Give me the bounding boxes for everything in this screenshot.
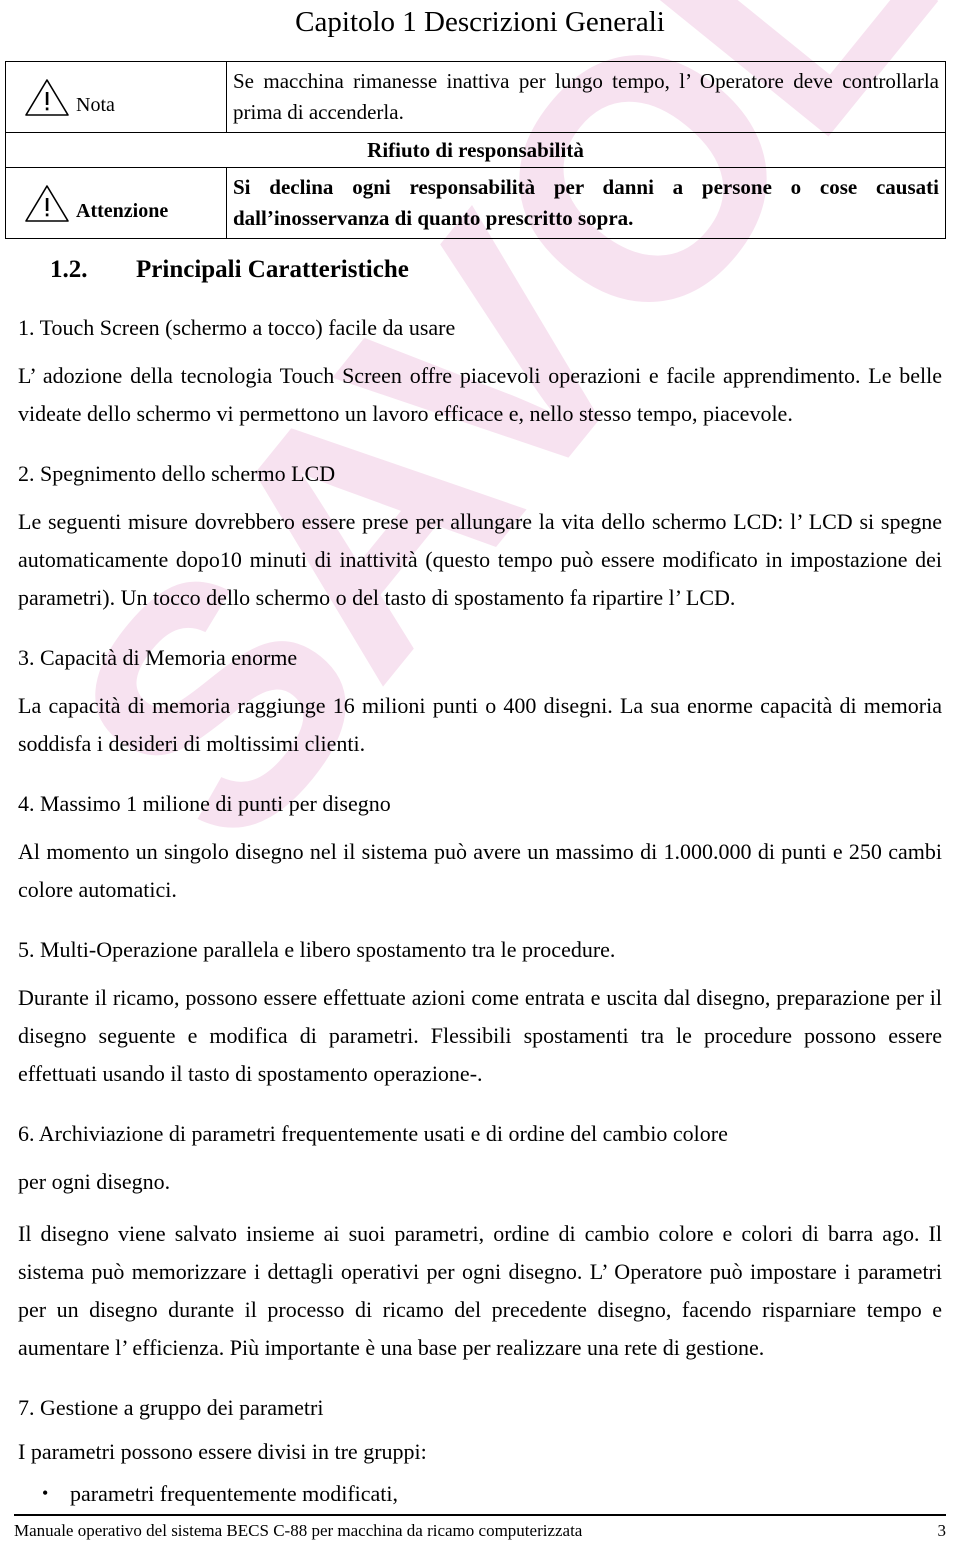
notice-icon-cell-nota: Nota <box>5 61 227 133</box>
footer-page-number: 3 <box>937 1521 947 1540</box>
section-number: 1.2. <box>50 256 88 283</box>
list-item: • parametri frequentemente modificati, <box>42 1477 946 1511</box>
feature-paragraph-6a: per ogni disegno. <box>18 1169 171 1194</box>
warning-triangle-icon <box>24 77 70 117</box>
notice-table: Nota Se macchina rimanesse inattiva per … <box>5 61 946 239</box>
table-row: Rifiuto di responsabilità <box>5 132 946 168</box>
table-row: Nota Se macchina rimanesse inattiva per … <box>5 61 946 133</box>
feature-paragraph-1: L’ adozione della tecnologia Touch Scree… <box>18 363 942 426</box>
table-row: Attenzione Si declina ogni responsabilit… <box>5 167 946 239</box>
features-list: 1. Touch Screen (schermo a tocco) facile… <box>14 313 946 1511</box>
page-footer: Manuale operativo del sistema BECS C-88 … <box>14 1514 946 1543</box>
feature-title-2: 2. Spegnimento dello schermo LCD <box>18 461 336 486</box>
feature-paragraph-7: I parametri possono essere divisi in tre… <box>18 1439 427 1464</box>
notice-disclaimer-title: Rifiuto di responsabilità <box>5 132 946 168</box>
feature-title-7: 7. Gestione a gruppo dei parametri <box>18 1395 324 1420</box>
footer-divider <box>14 1514 946 1516</box>
bullet-dot-icon: • <box>42 1483 49 1503</box>
feature-title-5: 5. Multi-Operazione parallela e libero s… <box>18 937 616 962</box>
feature-title-6: 6. Archiviazione di parametri frequentem… <box>18 1121 728 1146</box>
footer-text: Manuale operativo del sistema BECS C-88 … <box>14 1521 583 1540</box>
feature-paragraph-5: Durante il ricamo, possono essere effett… <box>18 985 942 1086</box>
feature-paragraph-6b: Il disegno viene salvato insieme ai suoi… <box>18 1221 942 1360</box>
list-item-label: parametri frequentemente modificati, <box>70 1481 399 1506</box>
section-heading: 1.2. Principali Caratteristiche <box>14 253 946 287</box>
notice-label-attenzione: Attenzione <box>76 200 169 222</box>
notice-icon-cell-attenzione: Attenzione <box>5 167 227 239</box>
parameter-group-bullets: • parametri frequentemente modificati, <box>14 1477 946 1511</box>
feature-title-4: 4. Massimo 1 milione di punti per disegn… <box>18 791 391 816</box>
feature-title-3: 3. Capacità di Memoria enorme <box>18 645 298 670</box>
notice-message-nota: Se macchina rimanesse inattiva per lungo… <box>226 61 946 133</box>
section-title: Principali Caratteristiche <box>136 256 409 283</box>
feature-paragraph-2: Le seguenti misure dovrebbero essere pre… <box>18 509 942 610</box>
feature-paragraph-3: La capacità di memoria raggiunge 16 mili… <box>18 693 942 756</box>
warning-triangle-icon <box>24 183 70 223</box>
document-page: Capitolo 1 Descrizioni Generali Nota Se … <box>0 0 960 1551</box>
page-title: Capitolo 1 Descrizioni Generali <box>295 6 665 38</box>
notice-message-attenzione: Si declina ogni responsabilità per danni… <box>226 167 946 239</box>
notice-label-nota: Nota <box>76 94 115 116</box>
feature-title-1: 1. Touch Screen (schermo a tocco) facile… <box>18 315 456 340</box>
feature-paragraph-4: Al momento un singolo disegno nel il sis… <box>18 839 942 902</box>
